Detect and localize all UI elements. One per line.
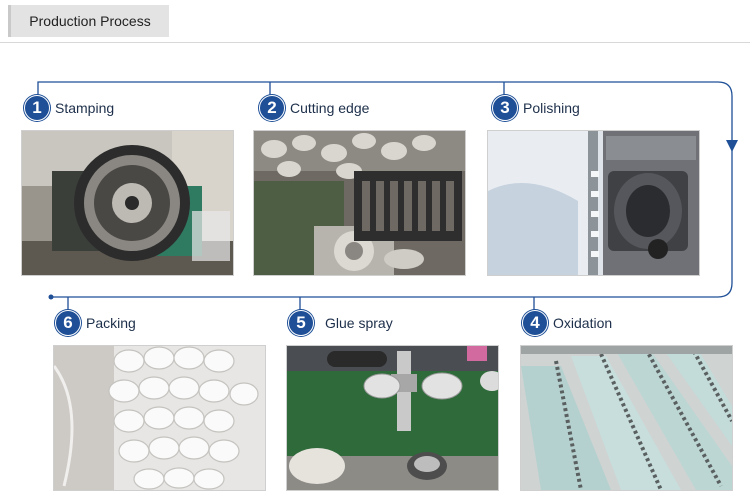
packing-photo	[53, 345, 266, 491]
step-number-badge: 2	[259, 95, 285, 121]
step-3-label: 3 Polishing	[492, 95, 580, 121]
step-name: Cutting edge	[290, 100, 370, 116]
stamping-photo	[21, 130, 234, 276]
step-name: Oxidation	[553, 315, 613, 331]
step-number-badge: 1	[24, 95, 50, 121]
step-5-label: 5 Glue spray	[288, 310, 393, 336]
arrow-down-icon	[726, 140, 738, 152]
step-6-label: 6 Packing	[55, 310, 136, 336]
step-name: Stamping	[55, 100, 115, 116]
step-number-badge: 3	[492, 95, 518, 121]
step-number-badge: 4	[522, 310, 548, 336]
oxidation-photo	[520, 345, 733, 491]
polishing-photo	[487, 130, 700, 276]
step-4-label: 4 Oxidation	[522, 310, 612, 336]
glue-spray-photo	[286, 345, 499, 491]
step-2-label: 2 Cutting edge	[259, 95, 369, 121]
step-number-badge: 6	[55, 310, 81, 336]
step-name: Packing	[86, 315, 136, 331]
step-name: Polishing	[523, 100, 580, 116]
cutting-edge-photo	[253, 130, 466, 276]
flow-end-dot	[48, 294, 54, 300]
step-1-label: 1 Stamping	[24, 95, 114, 121]
step-number-badge: 5	[288, 310, 314, 336]
step-name: Glue spray	[325, 315, 393, 331]
